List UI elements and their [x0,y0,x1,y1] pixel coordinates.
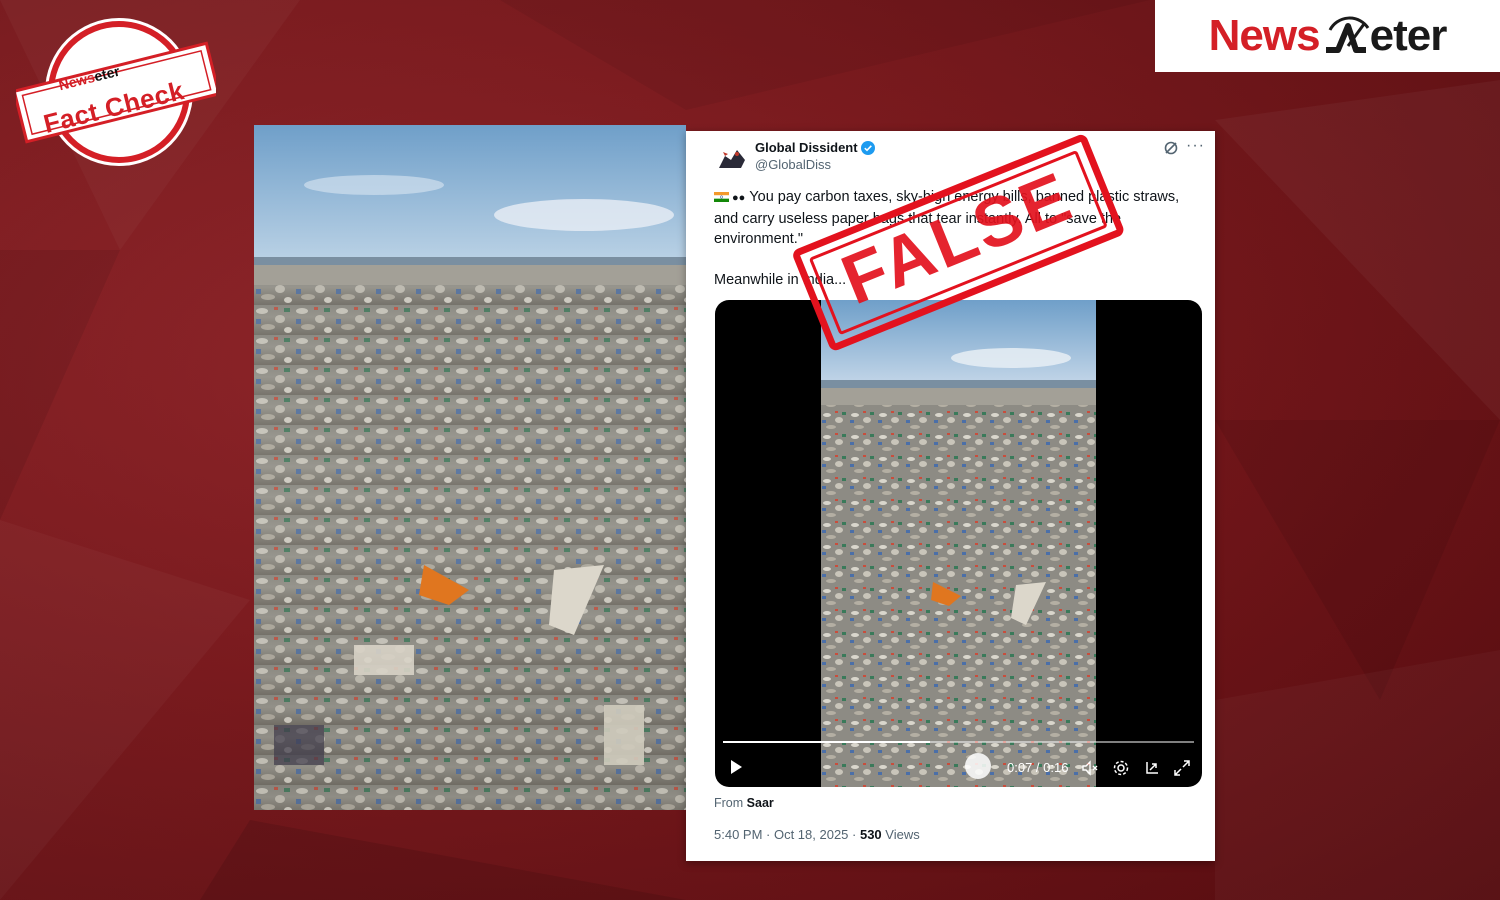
from-label: From [714,796,744,810]
play-icon[interactable] [727,758,745,776]
settings-gear-icon[interactable] [1112,759,1130,777]
fullscreen-icon[interactable] [1173,759,1191,777]
video-time-total: 0:16 [1043,760,1069,775]
logo-meter-text: eter [1369,11,1448,60]
video-timecode: 0:07 / 0:16 [1007,760,1069,775]
logo-news-text: News [1208,11,1321,60]
tweet-timestamp[interactable]: 5:40 PM · Oct 18, 2025 · [714,827,860,842]
from-source-link[interactable]: Saar [747,796,774,810]
false-stamp: FALSE [785,130,1130,355]
video-scrub-handle[interactable] [965,753,991,779]
garbage-shore-photo [254,125,686,810]
india-flag-icon [714,192,729,202]
eyes-icon: ●● [732,192,746,204]
video-player[interactable]: 0:07 / 0:16 [715,300,1202,787]
avatar[interactable] [715,142,749,176]
video-progress-bar[interactable] [723,741,1194,743]
tweet-meta: 5:40 PM · Oct 18, 2025 · 530 Views [714,827,920,842]
video-frame [821,300,1096,787]
meter-gauge-icon [1325,16,1369,53]
picture-in-picture-icon[interactable] [1143,759,1161,777]
more-options-icon[interactable]: ··· [1186,137,1205,155]
video-progress-fill [723,741,931,743]
views-count: 530 [859,827,882,842]
mute-icon[interactable] [1081,759,1099,777]
views-label: Views [881,827,920,842]
video-source: From Saar [714,796,774,810]
fact-check-badge: Newseter Fact Check [12,14,221,174]
newsmeter-logo: News eter [1155,0,1500,72]
video-time-current: 0:07 [1007,760,1033,775]
grok-icon[interactable] [1163,140,1179,156]
